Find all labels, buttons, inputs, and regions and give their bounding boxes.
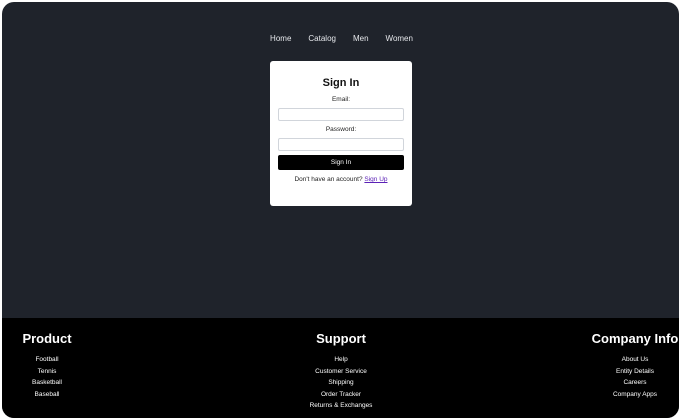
email-input[interactable] [278,108,404,121]
footer-link-company-apps[interactable]: Company Apps [589,389,679,401]
sign-in-button[interactable]: Sign In [278,155,404,170]
sign-in-card: Sign In Email: Password: Sign In Don't h… [270,61,412,206]
nav-link-men[interactable]: Men [353,33,369,45]
nav-link-women[interactable]: Women [386,33,413,45]
footer-list-product: Football Tennis Basketball Baseball [20,354,74,400]
footer-column-support: Support Help Customer Service Shipping O… [301,331,381,412]
footer-link-basketball[interactable]: Basketball [20,377,74,389]
footer-link-returns-exchanges[interactable]: Returns & Exchanges [301,400,381,412]
footer-column-product: Product Football Tennis Basketball Baseb… [20,331,74,400]
footer-link-tennis[interactable]: Tennis [20,366,74,378]
footer-heading-product: Product [22,331,72,346]
footer-link-entity-details[interactable]: Entity Details [589,366,679,378]
footer-list-support: Help Customer Service Shipping Order Tra… [301,354,381,412]
footer-link-order-tracker[interactable]: Order Tracker [301,389,381,401]
footer-link-customer-service[interactable]: Customer Service [301,366,381,378]
footer-link-about-us[interactable]: About Us [589,354,679,366]
top-navigation: Home Catalog Men Women [2,33,679,45]
email-label: Email: [331,96,351,103]
site-footer: Product Football Tennis Basketball Baseb… [2,318,679,418]
no-account-text: Don't have an account? [294,176,363,183]
footer-link-football[interactable]: Football [20,354,74,366]
footer-heading-company-info: Company Info [591,331,679,346]
nav-link-home[interactable]: Home [270,33,291,45]
password-input[interactable] [278,138,404,151]
password-label: Password: [325,126,357,133]
footer-link-baseball[interactable]: Baseball [20,389,74,401]
signup-prompt: Don't have an account? Sign Up [278,176,404,184]
footer-column-company-info: Company Info About Us Entity Details Car… [589,331,679,400]
sign-in-title: Sign In [322,77,360,89]
footer-link-shipping[interactable]: Shipping [301,377,381,389]
app-window: Home Catalog Men Women Sign In Email: Pa… [2,2,679,418]
footer-link-careers[interactable]: Careers [589,377,679,389]
sign-up-link[interactable]: Sign Up [364,176,387,183]
footer-link-help[interactable]: Help [301,354,381,366]
footer-heading-support: Support [316,331,366,346]
footer-list-company-info: About Us Entity Details Careers Company … [589,354,679,400]
nav-link-catalog[interactable]: Catalog [308,33,336,45]
